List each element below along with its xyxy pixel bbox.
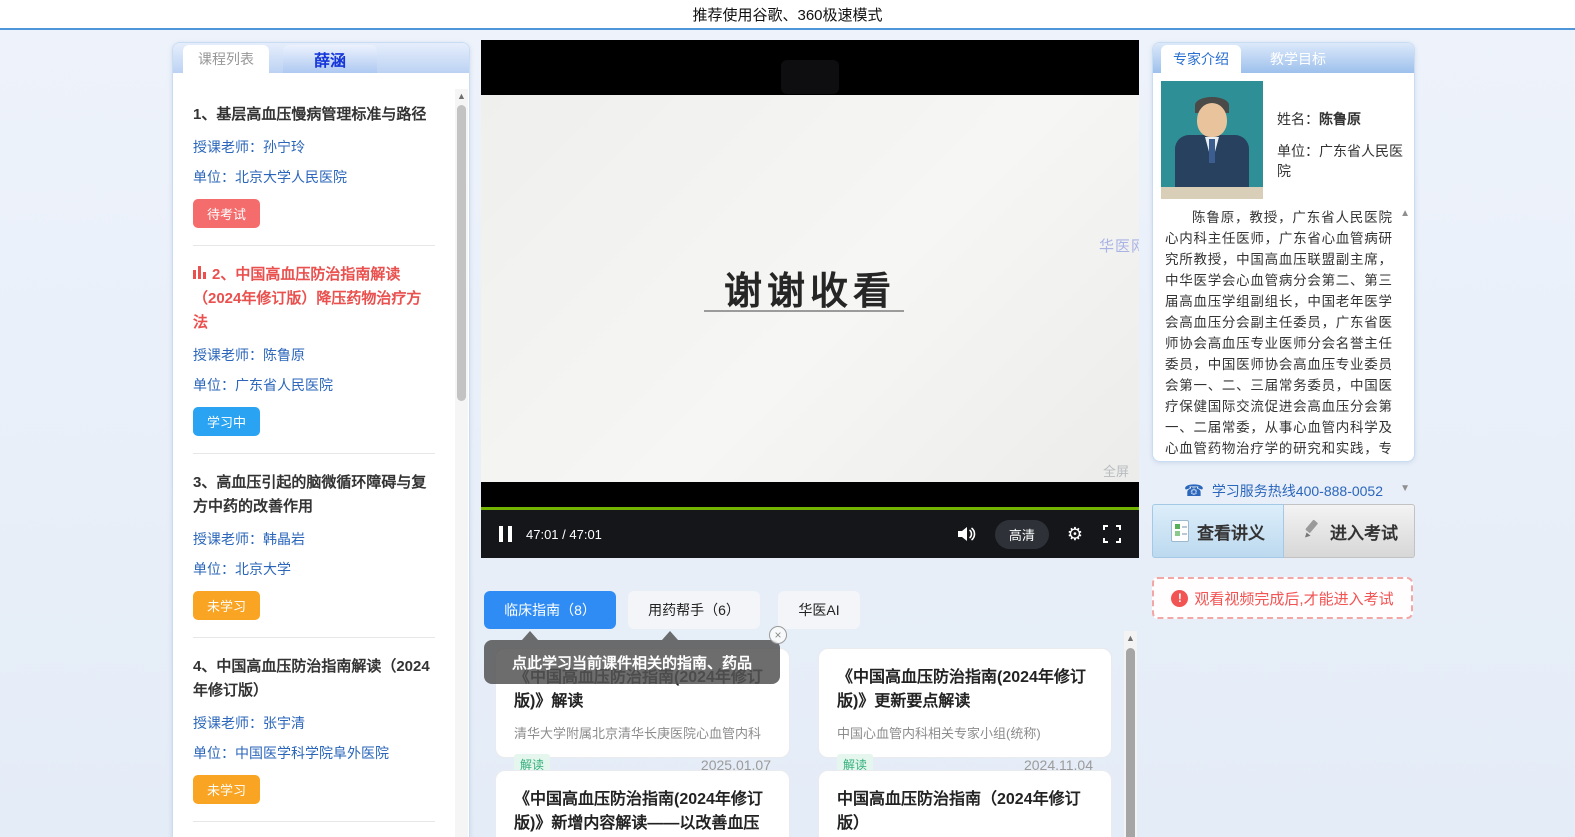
expert-unit-row: 单位：广东省人民医院 bbox=[1277, 141, 1406, 181]
warning-text: 观看视频完成后,才能进入考试 bbox=[1194, 588, 1393, 609]
recommend-text: 推荐使用谷歌、360极速模式 bbox=[692, 4, 882, 25]
quality-selector[interactable]: 高清 bbox=[995, 520, 1049, 549]
video-time: 47:01 / 47:01 bbox=[526, 527, 602, 542]
guide-source: 清华大学附属北京清华长庚医院心血管内科 bbox=[514, 723, 771, 742]
expert-name-row: 姓名：陈鲁原 bbox=[1277, 109, 1406, 129]
guide-title: 中国高血压防治指南（2024年修订版） bbox=[837, 788, 1093, 836]
course-teacher: 授课老师：韩晶岩 bbox=[193, 529, 435, 549]
tab-medication-helper[interactable]: 用药帮手（6） bbox=[628, 591, 760, 629]
course-teacher: 授课老师：孙宁玲 bbox=[193, 137, 435, 157]
course-title: 4、中国高血压防治指南解读（2024年修订版） bbox=[193, 655, 435, 703]
scroll-up-arrow-icon[interactable]: ▲ bbox=[1124, 631, 1137, 645]
scroll-up-arrow-icon[interactable]: ▲ bbox=[455, 89, 468, 103]
cards-scrollbar[interactable]: ▲ bbox=[1124, 631, 1137, 837]
view-handout-button[interactable]: 查看讲义 bbox=[1152, 504, 1284, 558]
enter-exam-button[interactable]: 进入考试 bbox=[1284, 504, 1415, 558]
service-hotline: ☎ 学习服务热线400-888-0052 bbox=[1152, 481, 1415, 501]
tab-clinical-guides[interactable]: 临床指南（8） bbox=[484, 591, 616, 629]
fullscreen-icon[interactable] bbox=[1103, 525, 1121, 543]
course-unit: 单位：北京大学 bbox=[193, 559, 435, 579]
hotline-text: 学习服务热线400-888-0052 bbox=[1212, 483, 1383, 499]
divider bbox=[193, 453, 435, 454]
guide-title: 《中国高血压防治指南(2024年修订版)》更新要点解读 bbox=[837, 666, 1093, 714]
divider bbox=[193, 245, 435, 246]
course-title: 2、中国高血压防治指南解读（2024年修订版）降压药物治疗方法 bbox=[193, 263, 435, 335]
guide-source: 中国心血管内科相关专家小组(统称) bbox=[837, 723, 1093, 742]
tab-teaching-goal[interactable]: 教学目标 bbox=[1255, 45, 1341, 73]
course-list-scrollbar[interactable]: ▲ bbox=[455, 89, 468, 837]
course-teacher: 授课老师：陈鲁原 bbox=[193, 345, 435, 365]
tab-user-name[interactable]: 薛涵 bbox=[283, 45, 377, 73]
course-list: 1、基层高血压慢病管理标准与路径 授课老师：孙宁玲 单位：北京大学人民医院 待考… bbox=[173, 73, 469, 837]
divider bbox=[193, 821, 435, 822]
pause-button-icon[interactable] bbox=[499, 526, 512, 542]
expert-panel-header: 专家介绍 教学目标 bbox=[1153, 43, 1414, 73]
course-item-3[interactable]: 3、高血压引起的脑微循环障碍与复方中药的改善作用 授课老师：韩晶岩 单位：北京大… bbox=[193, 471, 435, 620]
expert-name: 陈鲁原 bbox=[1319, 111, 1361, 127]
video-logo-placeholder bbox=[781, 60, 839, 94]
tab-course-list[interactable]: 课程列表 bbox=[183, 45, 269, 73]
guide-card[interactable]: 中国高血压防治指南（2024年修订版） 中国高血压防治指南修订委员会 bbox=[818, 770, 1112, 837]
settings-gear-icon[interactable]: ⚙ bbox=[1067, 524, 1083, 545]
status-badge: 未学习 bbox=[193, 591, 260, 620]
pencil-icon bbox=[1300, 518, 1322, 545]
status-badge: 待考试 bbox=[193, 199, 260, 228]
tooltip-close-icon[interactable]: × bbox=[769, 626, 787, 644]
phone-icon: ☎ bbox=[1184, 483, 1204, 500]
guide-title: 《中国高血压防治指南(2024年修订版)》新增内容解读——以改善血压变异 bbox=[514, 788, 771, 837]
action-buttons: 查看讲义 进入考试 bbox=[1152, 504, 1415, 558]
guide-card[interactable]: 《中国高血压防治指南(2024年修订版)》新增内容解读——以改善血压变异 bbox=[495, 770, 790, 837]
watermark-huayiwang: 华医网 bbox=[1099, 235, 1139, 256]
course-teacher: 授课老师：张宇清 bbox=[193, 713, 435, 733]
guide-tooltip: 点此学习当前课件相关的指南、药品 bbox=[484, 640, 780, 684]
scrollbar-thumb[interactable] bbox=[1126, 648, 1135, 837]
handout-doc-icon bbox=[1171, 520, 1189, 542]
status-badge: 学习中 bbox=[193, 407, 260, 436]
expert-bio: 陈鲁原，教授，广东省人民医院心内科主任医师，广东省心血管病研究所教授，中国高血压… bbox=[1161, 207, 1406, 459]
exclamation-icon: ! bbox=[1171, 590, 1188, 607]
video-player[interactable]: 谢谢收看 华医网 全屏 47:01 / 47:01 高清 ⚙ bbox=[481, 40, 1139, 558]
course-list-panel: 课程列表 薛涵 1、基层高血压慢病管理标准与路径 授课老师：孙宁玲 单位：北京大… bbox=[172, 42, 470, 837]
course-unit: 单位：中国医学科学院阜外医院 bbox=[193, 743, 435, 763]
course-title: 1、基层高血压慢病管理标准与路径 bbox=[193, 103, 435, 127]
video-title-underline bbox=[704, 310, 904, 312]
tab-huayi-ai[interactable]: 华医AI bbox=[778, 591, 860, 629]
course-unit: 单位：北京大学人民医院 bbox=[193, 167, 435, 187]
status-badge: 未学习 bbox=[193, 775, 260, 804]
bio-scroll-up-icon[interactable]: ▲ bbox=[1400, 208, 1410, 219]
video-surface[interactable]: 谢谢收看 华医网 全屏 bbox=[481, 95, 1139, 482]
browser-recommend-bar: 推荐使用谷歌、360极速模式 bbox=[0, 0, 1575, 30]
course-item-1[interactable]: 1、基层高血压慢病管理标准与路径 授课老师：孙宁玲 单位：北京大学人民医院 待考… bbox=[193, 103, 435, 228]
resource-tabs: 临床指南（8） 用药帮手（6） 华医AI bbox=[484, 591, 860, 629]
video-control-bar: 47:01 / 47:01 高清 ⚙ bbox=[481, 510, 1139, 558]
course-item-4[interactable]: 4、中国高血压防治指南解读（2024年修订版） 授课老师：张宇清 单位：中国医学… bbox=[193, 655, 435, 804]
scrollbar-thumb[interactable] bbox=[457, 105, 466, 401]
expert-panel: 专家介绍 教学目标 姓名：陈鲁原 单位：广东省人民医院 陈鲁原，教授，广东省人民… bbox=[1152, 42, 1415, 462]
course-title: 3、高血压引起的脑微循环障碍与复方中药的改善作用 bbox=[193, 471, 435, 519]
expert-photo bbox=[1161, 81, 1263, 199]
course-panel-header: 课程列表 薛涵 bbox=[173, 43, 469, 73]
divider bbox=[193, 637, 435, 638]
tooltip-text: 点此学习当前课件相关的指南、药品 bbox=[512, 652, 752, 673]
fullscreen-hint-label: 全屏 bbox=[1103, 461, 1129, 480]
video-end-title: 谢谢收看 bbox=[481, 260, 1139, 315]
exam-warning: ! 观看视频完成后,才能进入考试 bbox=[1152, 577, 1413, 619]
now-playing-icon bbox=[193, 266, 206, 279]
course-unit: 单位：广东省人民医院 bbox=[193, 375, 435, 395]
volume-icon[interactable] bbox=[957, 525, 977, 543]
guide-card[interactable]: 《中国高血压防治指南(2024年修订版)》更新要点解读 中国心血管内科相关专家小… bbox=[818, 648, 1112, 758]
course-item-2-active[interactable]: 2、中国高血压防治指南解读（2024年修订版）降压药物治疗方法 授课老师：陈鲁原… bbox=[193, 263, 435, 436]
tab-expert-intro[interactable]: 专家介绍 bbox=[1161, 45, 1241, 73]
